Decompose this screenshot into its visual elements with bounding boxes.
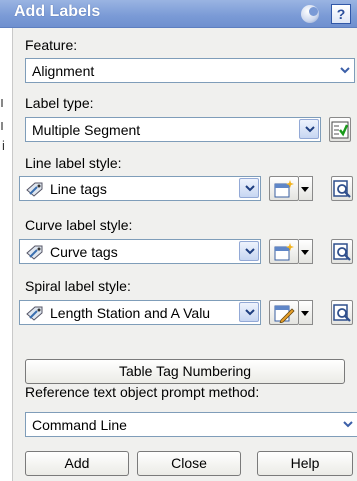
- label-style-icon: [26, 245, 43, 260]
- spiral-style-label: Spiral label style:: [25, 278, 131, 294]
- edit-style-icon: [274, 305, 295, 323]
- spiral-style-edit-menu[interactable]: [299, 300, 313, 325]
- feature-label: Feature:: [25, 37, 78, 53]
- add-button[interactable]: Add: [25, 451, 129, 476]
- label-type-select[interactable]: Multiple Segment: [25, 117, 321, 142]
- table-tag-numbering-button[interactable]: Table Tag Numbering: [25, 359, 345, 384]
- label-type-label: Label type:: [25, 95, 94, 111]
- chevron-down-icon: [245, 248, 255, 255]
- line-style-select[interactable]: Line tags: [19, 176, 261, 201]
- spiral-style-dropdown-button[interactable]: [239, 302, 259, 322]
- preview-icon: [333, 304, 351, 322]
- new-style-icon: [274, 180, 294, 198]
- chevron-down-icon: [245, 309, 255, 316]
- preview-icon: [333, 243, 351, 261]
- spiral-style-select[interactable]: Length Station and A Valu: [19, 300, 261, 325]
- curve-style-preview-button[interactable]: [331, 239, 353, 264]
- label-type-dropdown-button[interactable]: [299, 119, 319, 139]
- label-type-value: Multiple Segment: [32, 122, 141, 138]
- reference-label: Reference text object prompt method:: [25, 384, 260, 400]
- new-style-icon: [274, 243, 294, 261]
- title-bar[interactable]: Add Labels ?: [0, 0, 357, 28]
- window-title: Add Labels: [14, 3, 101, 20]
- chevron-down-icon: [245, 185, 255, 192]
- orbit-icon[interactable]: [301, 5, 319, 23]
- curve-style-edit-button[interactable]: [269, 239, 299, 264]
- chevron-down-icon: [340, 67, 350, 74]
- chevron-down-icon: [343, 421, 353, 428]
- curve-style-label: Curve label style:: [25, 217, 133, 233]
- label-type-settings-button[interactable]: [329, 117, 351, 142]
- line-style-label: Line label style:: [25, 155, 122, 171]
- curve-style-dropdown-button[interactable]: [239, 241, 259, 261]
- feature-select[interactable]: Alignment: [25, 58, 355, 83]
- chevron-down-icon: [305, 126, 315, 133]
- line-style-dropdown-button[interactable]: [239, 178, 259, 198]
- dialog-panel: Feature: Alignment Label type: Multiple …: [12, 28, 357, 481]
- spiral-style-value: Length Station and A Valu: [50, 305, 211, 321]
- curve-style-value: Curve tags: [50, 244, 118, 260]
- spiral-style-edit-button[interactable]: [269, 300, 299, 325]
- check-grid-icon: [331, 121, 349, 139]
- curve-style-select[interactable]: Curve tags: [19, 239, 261, 264]
- label-style-icon: [26, 306, 43, 321]
- preview-icon: [333, 180, 351, 198]
- feature-value: Alignment: [32, 63, 95, 79]
- close-button[interactable]: Close: [137, 451, 241, 476]
- spiral-style-preview-button[interactable]: [331, 300, 353, 325]
- edge-mark: [1, 122, 3, 130]
- help-button[interactable]: Help: [257, 451, 353, 476]
- line-style-value: Line tags: [50, 181, 107, 197]
- edge-fragment: i: [2, 138, 5, 153]
- line-style-preview-button[interactable]: [331, 176, 353, 201]
- line-style-edit-menu[interactable]: [299, 176, 313, 201]
- help-title-button[interactable]: ?: [331, 4, 351, 24]
- label-style-icon: [26, 182, 43, 197]
- edge-mark: [1, 99, 3, 107]
- reference-select[interactable]: Command Line: [25, 412, 357, 437]
- line-style-edit-button[interactable]: [269, 176, 299, 201]
- curve-style-edit-menu[interactable]: [299, 239, 313, 264]
- reference-value: Command Line: [32, 417, 127, 433]
